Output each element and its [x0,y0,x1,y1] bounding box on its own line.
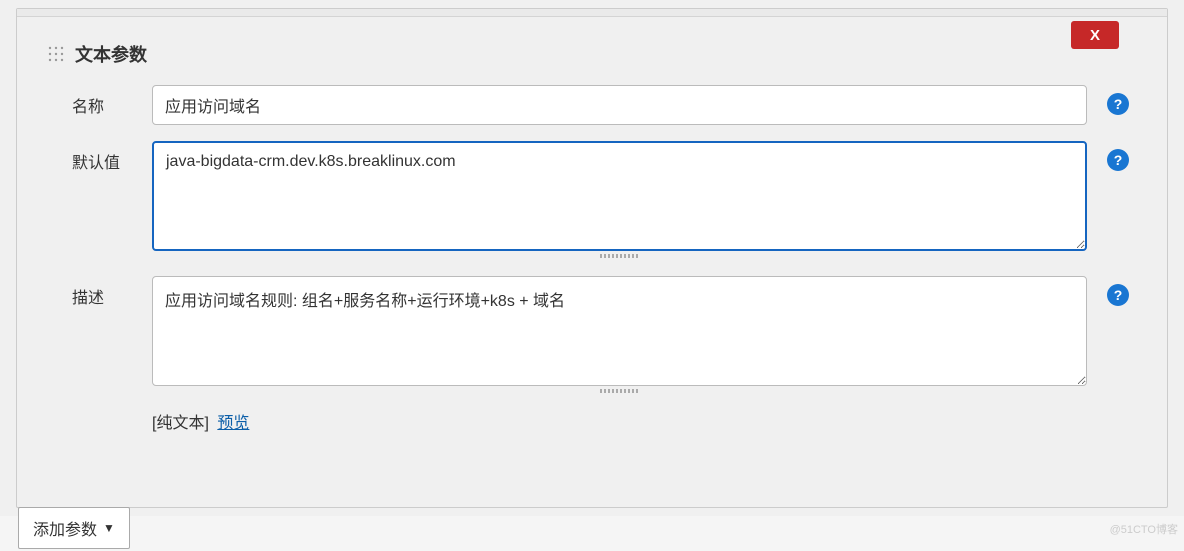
form-row-name: 名称 ? [17,77,1167,133]
drag-handle-icon[interactable] [47,45,65,63]
default-value-textarea[interactable] [152,141,1087,251]
form-row-default: 默认值 ? [17,133,1167,268]
help-icon-description[interactable]: ? [1107,284,1129,306]
add-parameter-button[interactable]: 添加参数 ▼ [18,507,130,549]
name-input[interactable] [152,85,1087,125]
label-description: 描述 [72,276,132,308]
label-default: 默认值 [72,141,132,173]
close-button[interactable]: X [1071,21,1119,49]
panel-separator [17,9,1167,17]
preview-link[interactable]: 预览 [217,415,249,432]
section-header: 文本参数 [17,17,1167,77]
label-name: 名称 [72,85,132,117]
close-icon: X [1090,27,1100,44]
help-icon-default[interactable]: ? [1107,149,1129,171]
text-parameter-panel: X 文本参数 名称 ? [16,8,1168,508]
add-parameter-label: 添加参数 [33,516,97,540]
watermark: @51CTO博客 [1110,521,1178,537]
section-title: 文本参数 [75,41,147,67]
resize-grip[interactable] [152,389,1087,395]
description-textarea[interactable] [152,276,1087,386]
plain-text-mode-label: [纯文本] [152,415,209,432]
resize-grip[interactable] [152,254,1087,260]
form-row-description: 描述 ? [17,268,1167,403]
chevron-down-icon: ▼ [103,521,115,535]
help-icon-name[interactable]: ? [1107,93,1129,115]
